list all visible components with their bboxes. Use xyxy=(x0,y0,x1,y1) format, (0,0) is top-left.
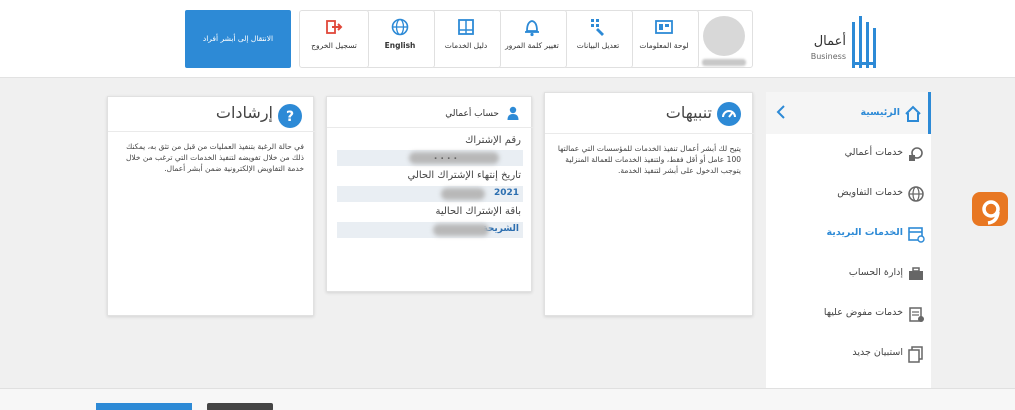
subscription-number-field: . . . . xyxy=(337,150,523,166)
calendar-icon xyxy=(908,227,925,243)
copy-icon xyxy=(908,346,923,363)
edit-data-label: تعديل البيانات xyxy=(576,41,620,50)
edit-data-button[interactable]: تعديل البيانات xyxy=(563,10,633,68)
user-profile-tile[interactable] xyxy=(695,10,753,68)
package-label: باقة الإشتراك الحالية xyxy=(435,206,522,217)
sidebar-item-label: استبيان جديد xyxy=(852,347,903,358)
user-name-redacted xyxy=(702,59,746,66)
avatar xyxy=(703,16,745,56)
logo-subtext: Business xyxy=(810,52,846,61)
guidance-card: إرشادات ? في حالة الرغبة بتنفيذ العمليات… xyxy=(107,96,315,316)
sidebar-item-label: خدمات أعمالي xyxy=(844,147,903,158)
alerts-speedometer-icon xyxy=(717,102,741,126)
logout-button[interactable]: تسجيل الخروج xyxy=(299,10,369,68)
redacted-value xyxy=(441,188,485,200)
sidebar-item-label: الخدمات البريدية xyxy=(826,227,903,238)
account-title: حساب أعمالي xyxy=(445,109,499,119)
page-footer xyxy=(0,388,1015,410)
expiry-date-field: 2021 xyxy=(337,186,523,202)
svg-text:?: ? xyxy=(286,109,294,125)
sidebar-item-label: خدمات التفاويض xyxy=(837,187,903,198)
sidebar-item-home[interactable]: الرئيسية xyxy=(766,92,931,134)
absher-business-logo[interactable]: أعمال Business xyxy=(800,12,880,68)
dashboard-button[interactable]: لوحة المعلومات xyxy=(629,10,699,68)
top-header: أعمال Business لوحة المعلومات تعديل البي… xyxy=(0,0,1015,78)
account-card: حساب أعمالي رقم الإشتراك . . . . تاريخ إ… xyxy=(326,96,533,292)
expiry-date-label: تاريخ إنتهاء الإشتراك الحالي xyxy=(407,170,522,181)
language-label: English xyxy=(384,41,416,50)
briefcase-icon xyxy=(909,267,923,280)
divider xyxy=(545,133,754,134)
sidebar-item-label: إدارة الحساب xyxy=(848,267,903,278)
sidebar-item-delegated-services[interactable]: خدمات مفوض عليها xyxy=(766,294,931,334)
change-password-button[interactable]: تغيير كلمة المرور xyxy=(497,10,567,68)
divider xyxy=(108,131,315,132)
package-field: الشريحة xyxy=(337,222,523,238)
clipboard-icon xyxy=(909,307,924,322)
subscription-number-label: رقم الإشتراك xyxy=(465,135,521,146)
password-bell-icon xyxy=(525,20,539,37)
absher-mark-icon xyxy=(852,16,876,68)
side-menu: الرئيسية خدمات أعمالي خدمات التفاويض الخ… xyxy=(766,92,931,392)
chevron-left-icon[interactable] xyxy=(774,104,788,120)
logout-icon xyxy=(326,20,343,34)
sidebar-item-account-management[interactable]: إدارة الحساب xyxy=(766,254,931,294)
alerts-body: يتيح لك أبشر أعمال تنفيذ الخدمات للمؤسسا… xyxy=(557,144,741,175)
alerts-card: تنبيهات يتيح لك أبشر أعمال تنفيذ الخدمات… xyxy=(544,92,754,316)
redacted-value xyxy=(433,224,489,236)
edit-data-icon xyxy=(591,19,604,36)
help-question-icon: ? xyxy=(278,104,302,128)
alerts-title: تنبيهات xyxy=(665,103,712,122)
dashboard-label: لوحة المعلومات xyxy=(639,41,689,50)
home-icon xyxy=(905,105,921,122)
services-guide-button[interactable]: دليل الخدمات xyxy=(431,10,501,68)
sidebar-item-label: خدمات مفوض عليها xyxy=(823,307,903,318)
user-icon xyxy=(507,106,519,120)
guide-book-icon xyxy=(458,19,474,35)
dashboard-icon xyxy=(655,20,673,34)
sidebar-item-my-business-services[interactable]: خدمات أعمالي xyxy=(766,134,931,174)
globe-icon xyxy=(391,18,409,36)
guidance-title: إرشادات xyxy=(215,103,273,122)
sidebar-item-label: الرئيسية xyxy=(860,107,900,118)
sidebar-item-delegation-services[interactable]: خدمات التفاويض xyxy=(766,174,931,214)
footer-button[interactable] xyxy=(96,403,192,410)
change-password-label: تغيير كلمة المرور xyxy=(505,41,559,50)
language-toggle-button[interactable]: English xyxy=(365,10,435,68)
logout-label: تسجيل الخروج xyxy=(311,41,357,50)
services-guide-label: دليل الخدمات xyxy=(444,41,488,50)
sidebar-item-postal-services[interactable]: الخدمات البريدية xyxy=(766,214,931,254)
logo-text: أعمال xyxy=(813,34,846,49)
divider xyxy=(327,127,533,128)
expiry-date-value: 2021 xyxy=(493,188,519,198)
floating-help-button[interactable] xyxy=(968,190,1010,228)
app-store-badge[interactable] xyxy=(207,403,273,410)
switch-to-individuals-button[interactable]: الانتقال إلى أبشر أفراد xyxy=(185,10,291,68)
globe-icon xyxy=(908,186,924,202)
business-services-icon xyxy=(909,147,923,161)
sidebar-item-new-survey[interactable]: استبيان جديد xyxy=(766,334,931,374)
subscription-number-value: . . . . xyxy=(433,152,457,162)
guidance-body: في حالة الرغبة بتنفيذ العمليات من قبل من… xyxy=(125,142,304,173)
